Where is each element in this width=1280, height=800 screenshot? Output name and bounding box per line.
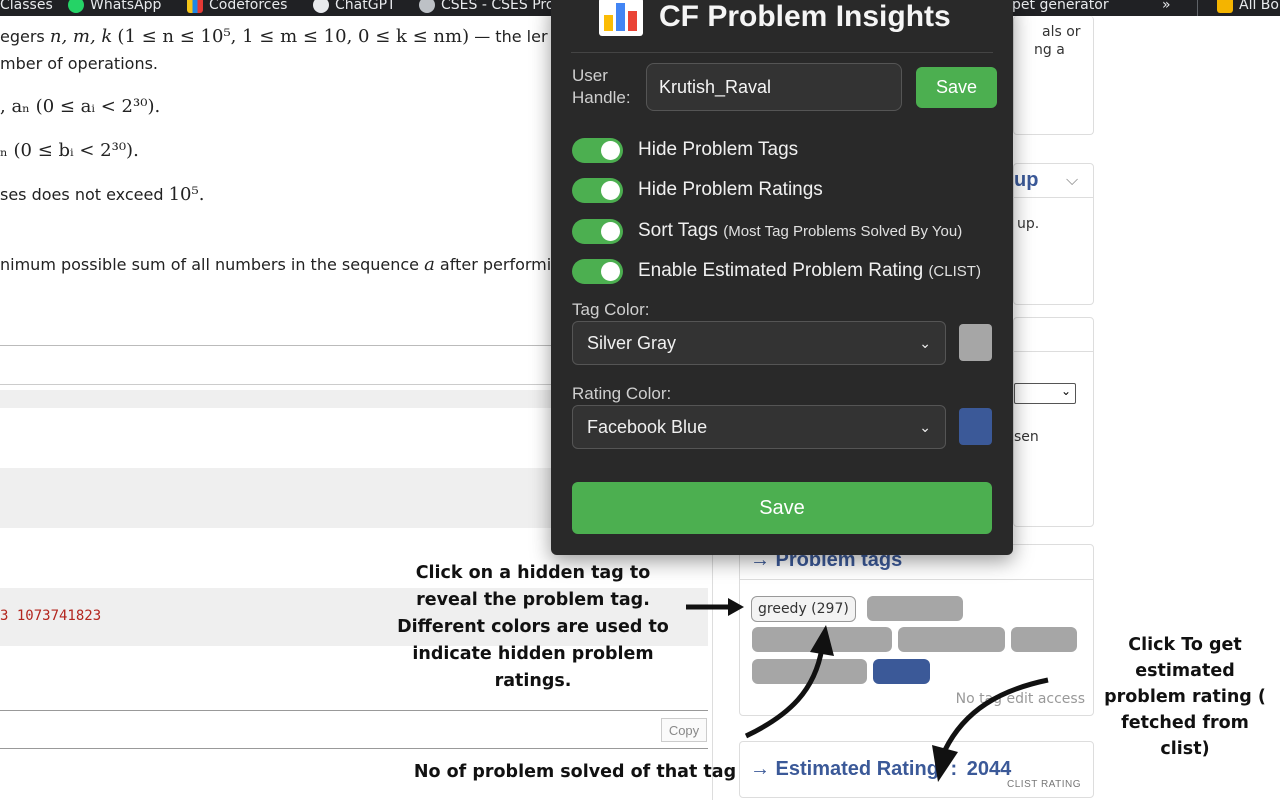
annotation-arrows xyxy=(686,598,1049,782)
arrow-to-estimated-rating xyxy=(942,677,1049,752)
arrow-head xyxy=(728,598,744,616)
arrow-head xyxy=(932,745,958,782)
arrow-to-tag-count xyxy=(744,647,825,739)
arrow-head xyxy=(810,625,834,656)
